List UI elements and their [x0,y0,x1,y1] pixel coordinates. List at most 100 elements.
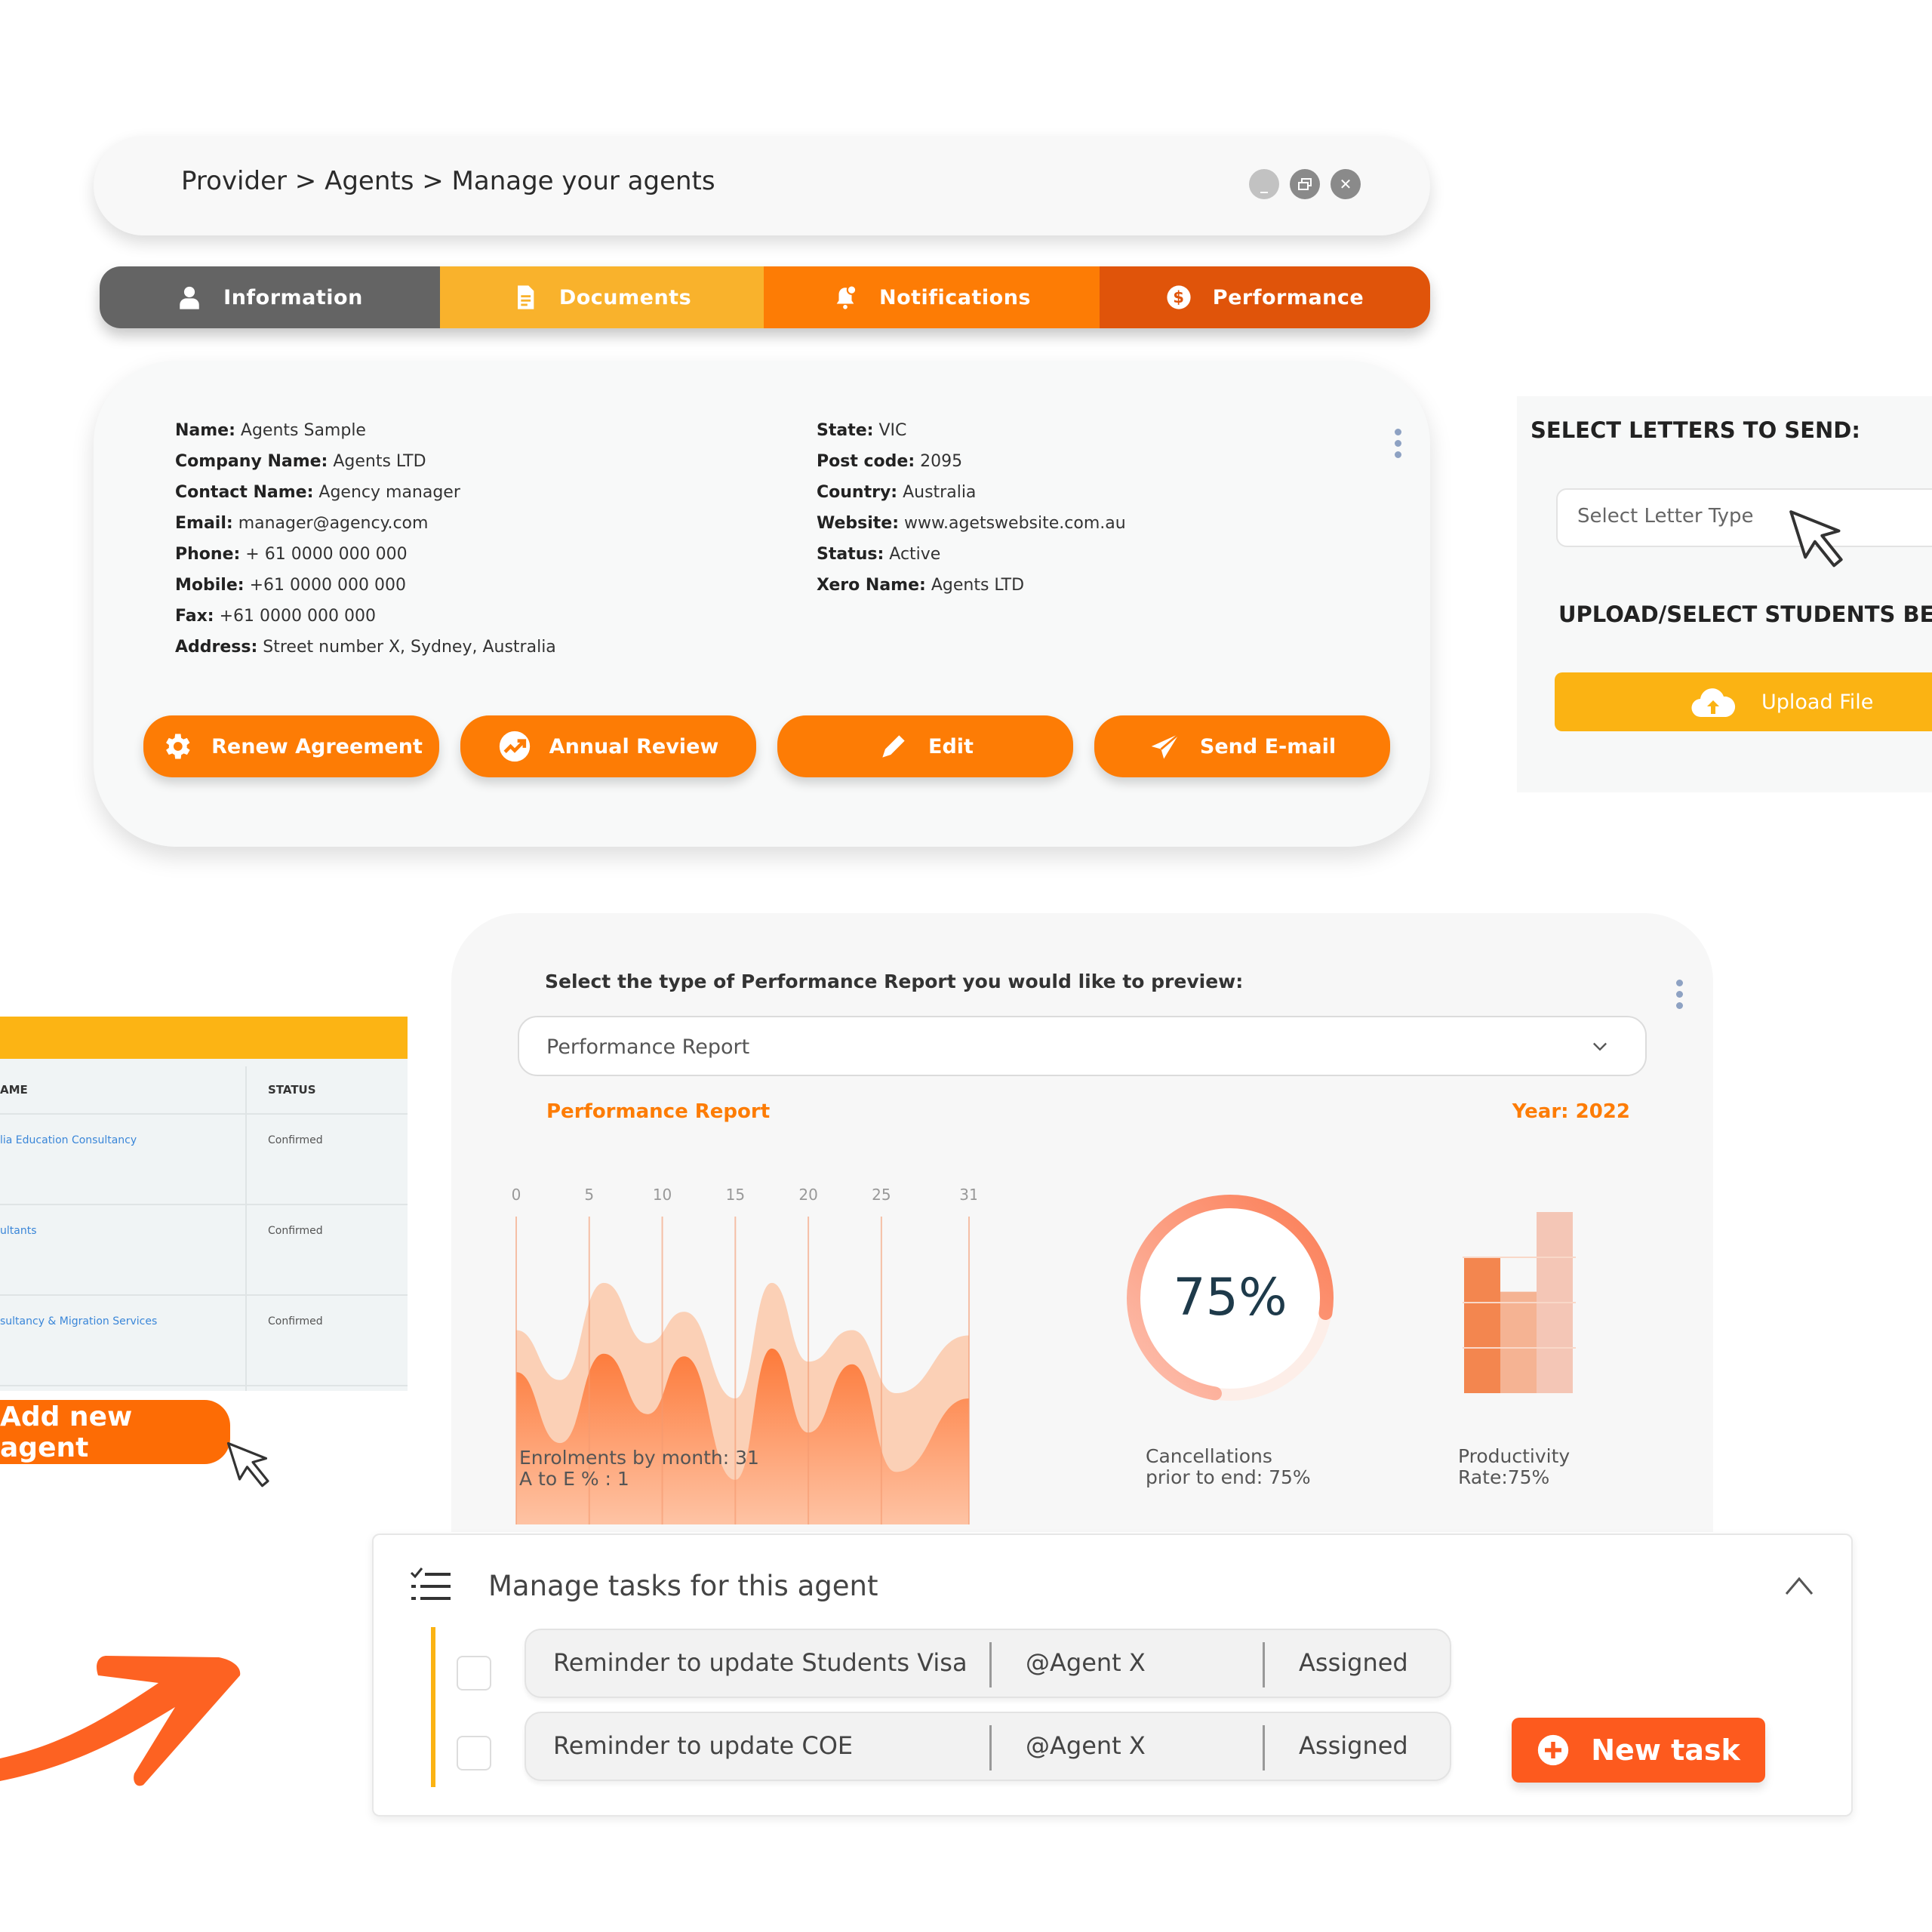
info-row: Contact Name: Agency manager [175,477,556,508]
x-tick-label: 10 [653,1186,672,1204]
letters-panel: SELECT LETTERS TO SEND: Select Letter Ty… [1517,396,1932,792]
report-year: Year: 2022 [1512,1100,1630,1123]
report-type-question: Select the type of Performance Report yo… [545,971,1244,992]
info-row: Country: Australia [817,477,1126,508]
info-row: Phone: + 61 0000 000 000 [175,539,556,570]
table-column-headers: AME STATUS [0,1066,408,1115]
tab-documents[interactable]: Documents [440,266,764,328]
info-row: Post code: 2095 [817,446,1126,477]
button-label: Send E-mail [1199,734,1337,758]
edit-button[interactable]: Edit [777,715,1073,777]
info-value: Agents LTD [931,576,1025,595]
tab-label: Documents [558,285,692,309]
cancellations-caption: Cancellations prior to end: 75% [1146,1446,1311,1488]
task-checkbox[interactable] [457,1656,491,1690]
tab-notifications[interactable]: Notifications [764,266,1100,328]
send-email-button[interactable]: Send E-mail [1094,715,1390,777]
info-value: Australia [903,483,977,502]
mouse-cursor-icon [1789,510,1843,568]
task-item[interactable]: Reminder to update Students Visa @Agent … [525,1629,1451,1698]
task-assignee: @Agent X [1026,1648,1146,1677]
task-item[interactable]: Reminder to update COE @Agent X Assigned [525,1712,1451,1781]
info-row: Mobile: +61 0000 000 000 [175,570,556,601]
new-task-label: New task [1591,1734,1740,1767]
mouse-cursor-icon [226,1441,269,1487]
column-header-status[interactable]: STATUS [268,1083,316,1097]
restore-icon[interactable] [1290,169,1320,199]
x-tick-label: 5 [584,1186,594,1204]
more-options-icon[interactable] [1392,429,1403,458]
tasks-title: Manage tasks for this agent [488,1570,878,1602]
info-row: Email: manager@agency.com [175,508,556,539]
x-tick-label: 25 [872,1186,891,1204]
minimize-icon[interactable]: _ [1249,169,1279,199]
task-separator [1263,1642,1265,1687]
letter-type-select[interactable]: Select Letter Type [1556,488,1932,547]
report-type-select[interactable]: Performance Report [518,1016,1647,1076]
table-row[interactable]: ultants Confirmed [0,1207,408,1296]
task-status: Assigned [1299,1731,1408,1760]
chevron-down-icon [1593,1042,1607,1051]
task-text: Reminder to update COE [553,1731,854,1760]
agent-name-link[interactable]: lia Education Consultancy [0,1134,137,1146]
tasks-accent-bar [431,1627,435,1787]
productivity-bar-chart [1463,1212,1576,1393]
chevron-up-icon[interactable] [1783,1574,1815,1597]
info-row: Status: Active [817,539,1126,570]
info-row: Xero Name: Agents LTD [817,570,1126,601]
agent-info-card: Name: Agents Sample Company Name: Agents … [94,361,1430,847]
pencil-icon [882,735,905,758]
agent-status: Confirmed [268,1315,323,1327]
column-header-name[interactable]: AME [0,1083,28,1097]
renew-agreement-button[interactable]: Renew Agreement [143,715,439,777]
tasks-panel: Manage tasks for this agent Reminder to … [372,1534,1853,1817]
info-label: Country: [817,483,898,502]
trend-icon [499,731,530,762]
tab-performance[interactable]: $ Performance [1100,266,1430,328]
info-label: Name: [175,421,235,440]
info-value: +61 0000 000 000 [219,607,376,626]
table-row[interactable]: lia Education Consultancy Confirmed [0,1116,408,1205]
info-label: Fax: [175,607,214,626]
agent-name-link[interactable]: ultants [0,1225,37,1237]
tab-information[interactable]: Information [100,266,440,328]
cloud-upload-icon [1691,688,1736,718]
gauge-value: 75% [1173,1268,1287,1327]
tab-label: Notifications [878,285,1032,309]
svg-text:$: $ [1173,288,1185,307]
more-options-icon[interactable] [1674,980,1684,1009]
performance-panel: Select the type of Performance Report yo… [451,913,1713,1532]
tab-bar: Information Documents Notifications $ Pe… [100,266,1430,328]
students-title: UPLOAD/SELECT STUDENTS BELLOW [1558,601,1932,627]
task-status: Assigned [1299,1648,1408,1677]
annual-review-button[interactable]: Annual Review [460,715,756,777]
agent-status: Confirmed [268,1225,323,1237]
task-assignee: @Agent X [1026,1731,1146,1760]
task-separator [989,1642,992,1687]
info-column-left: Name: Agents Sample Company Name: Agents … [175,415,556,663]
agent-actions: Renew Agreement Annual Review Edit Send … [143,715,1390,777]
bar-A [1464,1257,1500,1393]
agent-name-link[interactable]: sultancy & Migration Services [0,1315,157,1327]
agent-table: AME STATUS lia Education Consultancy Con… [0,1017,408,1391]
window-controls: _ ✕ [1249,169,1361,199]
task-checkbox[interactable] [457,1736,491,1770]
info-value: +61 0000 000 000 [249,576,406,595]
button-label: Annual Review [549,734,719,758]
x-tick-label: 20 [798,1186,817,1204]
button-label: Edit [928,734,974,758]
selected-report: Performance Report [546,1035,750,1059]
close-icon[interactable]: ✕ [1331,169,1361,199]
info-row: State: VIC [817,415,1126,446]
table-row[interactable]: sultancy & Migration Services Confirmed [0,1297,408,1386]
enrolments-caption-line1: Enrolments by month: 31 [519,1447,759,1469]
productivity-caption-line2: Rate:75% [1458,1466,1550,1488]
upload-file-button[interactable]: Upload File [1555,672,1932,731]
info-column-right: State: VIC Post code: 2095 Country: Austra… [817,415,1126,601]
x-tick-label: 31 [959,1186,977,1204]
header-card: Provider > Agents > Manage your agents _… [94,136,1430,235]
task-separator [989,1725,992,1770]
info-label: Contact Name: [175,483,314,502]
add-new-agent-button[interactable]: Add new agent [0,1400,230,1464]
new-task-button[interactable]: New task [1512,1718,1765,1783]
